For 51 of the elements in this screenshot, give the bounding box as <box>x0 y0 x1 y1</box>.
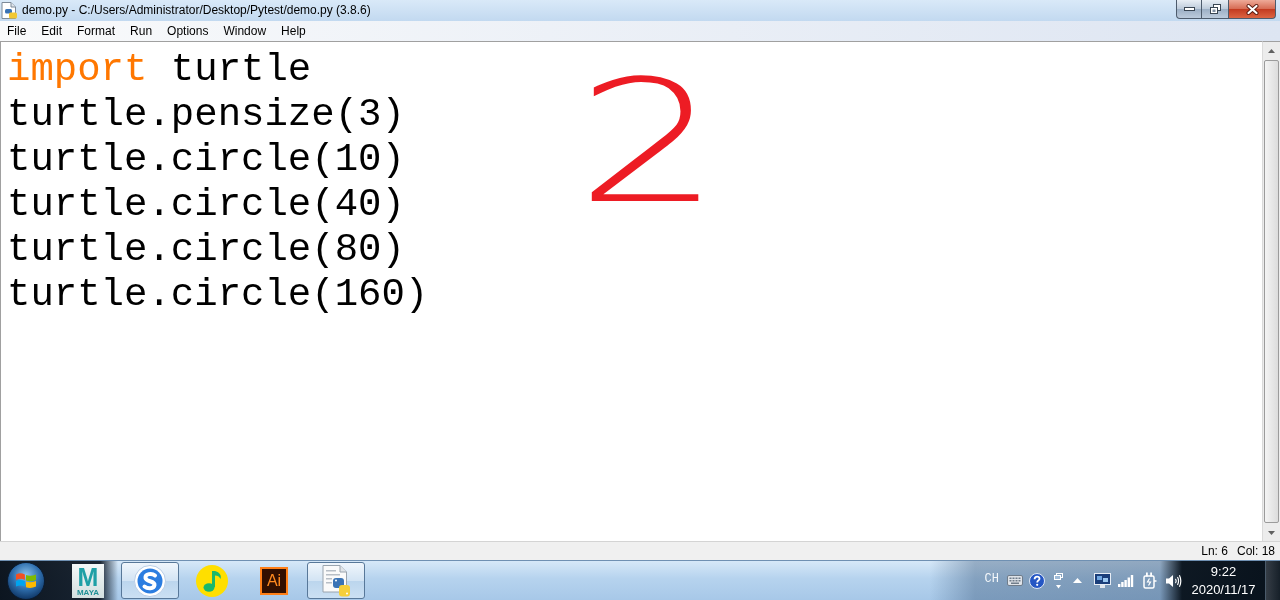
code-editor[interactable]: import turtle turtle.pensize(3) turtle.circle(10) turtle.circle(40) turtle.circle(80) turtle.circle(160) 2 <box>0 41 1262 541</box>
close-button[interactable] <box>1229 0 1276 19</box>
file-icon <box>1 2 17 19</box>
show-desktop-button[interactable] <box>1265 561 1280 600</box>
close-icon <box>1245 3 1259 15</box>
speaker-icon[interactable] <box>1166 573 1182 588</box>
caret-up-icon <box>1267 48 1275 53</box>
menu-item[interactable]: Help <box>274 22 313 40</box>
taskbar-button[interactable]: Ai <box>245 562 303 599</box>
column-number-label: Col: 18 <box>1236 544 1275 558</box>
clock-date[interactable]: 2020/11/17 <box>1191 580 1256 599</box>
menu-item[interactable]: Edit <box>34 22 70 40</box>
caret-down-icon <box>1267 530 1275 535</box>
minimize-button[interactable] <box>1176 0 1202 19</box>
caret-up-icon[interactable] <box>1073 578 1082 583</box>
menu-item[interactable]: Options <box>160 22 216 40</box>
logo-letter: M <box>77 565 99 588</box>
restore-button[interactable] <box>1202 0 1229 19</box>
power-plug-icon[interactable] <box>1143 572 1157 589</box>
logo-tile: Ai <box>260 566 288 595</box>
code-line: import turtle <box>7 48 312 93</box>
music-note-icon <box>196 564 228 597</box>
code-line: turtle.circle(160) <box>7 273 429 318</box>
monitor-icon[interactable] <box>1094 573 1111 588</box>
start-button[interactable] <box>7 561 45 600</box>
flag-icon <box>16 572 36 589</box>
code-line: turtle.pensize(3) <box>7 93 405 138</box>
help-icon[interactable] <box>1029 572 1045 589</box>
menu-item[interactable]: Format <box>70 22 123 40</box>
signal-icon[interactable] <box>1118 574 1134 587</box>
code-line: turtle.circle(10) <box>7 138 405 183</box>
scrollbar-thumb[interactable] <box>1264 60 1279 523</box>
menu-item[interactable]: File <box>0 22 34 40</box>
minimize-icon <box>1183 7 1195 11</box>
menu-item[interactable]: Window <box>216 22 274 40</box>
keyboard-icon[interactable] <box>1007 575 1023 586</box>
menu-item[interactable]: Run <box>123 22 160 40</box>
restore-icon <box>1209 4 1221 14</box>
s-disc-icon <box>134 564 166 597</box>
line-number-label: Ln: 6 <box>1201 544 1228 558</box>
code-line: turtle.circle(40) <box>7 183 405 228</box>
window-arrow-icon[interactable] <box>1054 572 1063 589</box>
document-icon <box>322 564 350 597</box>
taskbar-button[interactable] <box>121 562 179 599</box>
clock-time[interactable]: 9:22 <box>1210 562 1237 581</box>
taskbar-button[interactable] <box>307 562 365 599</box>
window-title: demo.py - C:/Users/Administrator/Desktop/Pytest/demo.py (3.8.6) <box>22 3 371 17</box>
handwritten-digit: 2 <box>576 58 722 227</box>
scrollbar[interactable] <box>1262 41 1280 541</box>
logo-caption: MAYA <box>76 587 100 597</box>
code-line: turtle.circle(80) <box>7 228 405 273</box>
